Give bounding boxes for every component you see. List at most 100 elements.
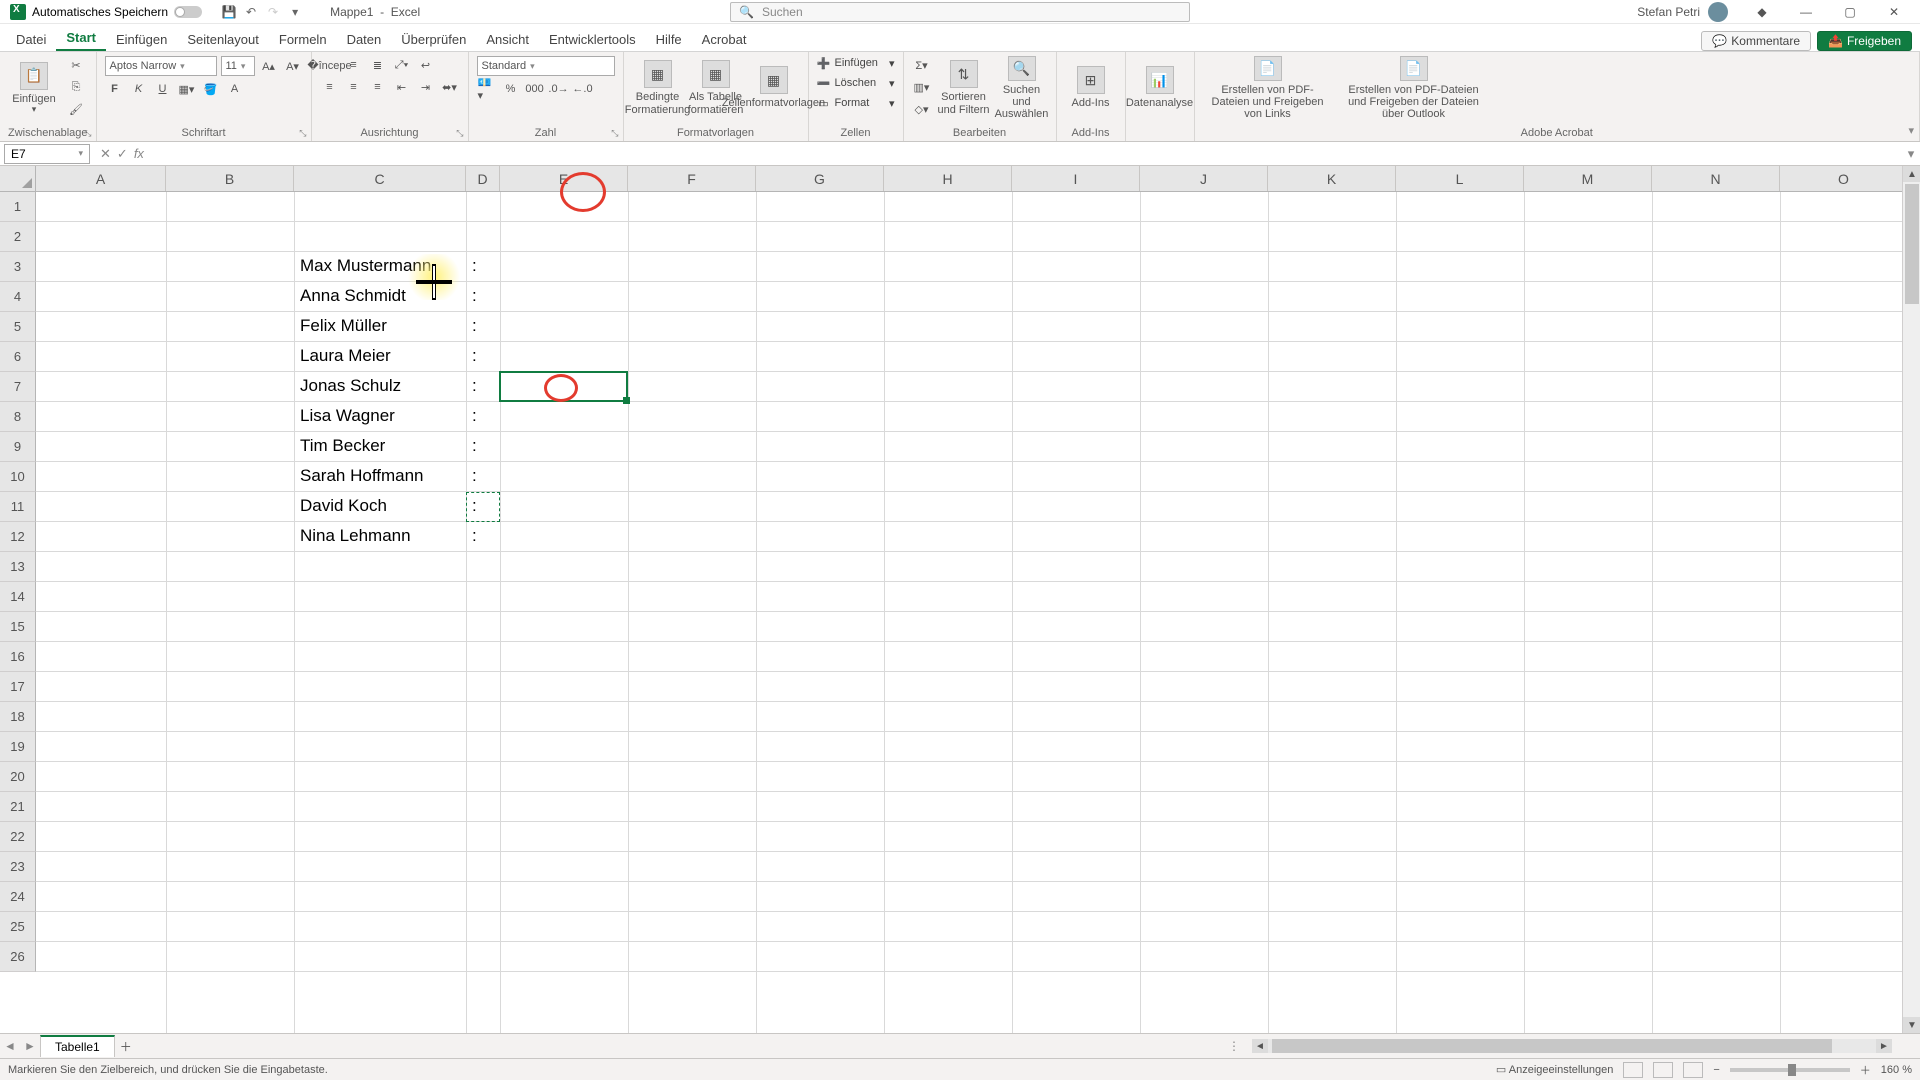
- fill-color-icon[interactable]: 🪣: [201, 80, 221, 98]
- collapse-ribbon-icon[interactable]: ▾: [1908, 124, 1914, 137]
- number-format-combo[interactable]: Standard▾: [477, 56, 615, 76]
- undo-icon[interactable]: ↶: [240, 5, 262, 19]
- autosum-icon[interactable]: Σ▾: [912, 56, 932, 74]
- formula-input[interactable]: [150, 144, 1902, 164]
- scroll-right-icon[interactable]: ►: [1876, 1039, 1892, 1053]
- cell-value[interactable]: :: [468, 282, 477, 306]
- row-header[interactable]: 1: [0, 192, 36, 222]
- orientation-icon[interactable]: ⤢▾: [392, 56, 412, 74]
- cell-value[interactable]: :: [468, 462, 477, 486]
- copy-icon[interactable]: ⎘: [66, 78, 86, 96]
- maximize-button[interactable]: ▢: [1828, 5, 1872, 19]
- align-bottom-icon[interactable]: ≣: [368, 56, 388, 74]
- row-header[interactable]: 22: [0, 822, 36, 852]
- row-header[interactable]: 18: [0, 702, 36, 732]
- column-header[interactable]: A: [36, 166, 166, 191]
- indent-decrease-icon[interactable]: ⇤: [392, 78, 412, 96]
- row-header[interactable]: 11: [0, 492, 36, 522]
- redo-icon[interactable]: ↷: [262, 5, 284, 19]
- save-icon[interactable]: 💾: [218, 5, 240, 19]
- format-painter-icon[interactable]: 🖌: [66, 100, 86, 118]
- search-input[interactable]: 🔍 Suchen: [730, 2, 1190, 22]
- cut-icon[interactable]: ✂: [66, 56, 86, 74]
- tab-insert[interactable]: Einfügen: [106, 28, 177, 51]
- row-header[interactable]: 8: [0, 402, 36, 432]
- fx-icon[interactable]: fx: [134, 146, 144, 161]
- align-center-icon[interactable]: ≡: [344, 78, 364, 96]
- merge-icon[interactable]: ⬌▾: [440, 78, 460, 96]
- expand-formula-bar-icon[interactable]: ▾: [1902, 146, 1920, 162]
- column-header[interactable]: F: [628, 166, 756, 191]
- tab-view[interactable]: Ansicht: [476, 28, 539, 51]
- cell-value[interactable]: :: [468, 372, 477, 396]
- row-header[interactable]: 23: [0, 852, 36, 882]
- italic-icon[interactable]: K: [129, 80, 149, 98]
- decrease-decimal-icon[interactable]: ←.0: [573, 80, 593, 98]
- zoom-level[interactable]: 160 %: [1881, 1064, 1912, 1076]
- tab-devtools[interactable]: Entwicklertools: [539, 28, 646, 51]
- cell-value[interactable]: :: [468, 342, 477, 366]
- cell-value[interactable]: Nina Lehmann: [296, 522, 411, 546]
- row-header[interactable]: 5: [0, 312, 36, 342]
- autosave-switch[interactable]: [174, 6, 202, 18]
- diamond-icon[interactable]: ◆: [1740, 5, 1784, 19]
- row-header[interactable]: 25: [0, 912, 36, 942]
- horizontal-scrollbar[interactable]: ◄ ►: [1252, 1039, 1892, 1053]
- align-middle-icon[interactable]: ≡: [344, 56, 364, 74]
- increase-decimal-icon[interactable]: .0→: [549, 80, 569, 98]
- fill-icon[interactable]: ▥▾: [912, 78, 932, 96]
- cell-value[interactable]: Lisa Wagner: [296, 402, 395, 426]
- decrease-font-icon[interactable]: A▾: [283, 57, 303, 75]
- scroll-down-icon[interactable]: ▼: [1903, 1017, 1920, 1033]
- cell-value[interactable]: Tim Becker: [296, 432, 385, 456]
- column-header[interactable]: N: [1652, 166, 1780, 191]
- cell-value[interactable]: :: [468, 402, 477, 426]
- cell-value[interactable]: :: [468, 312, 477, 336]
- clear-icon[interactable]: ◇▾: [912, 100, 932, 118]
- cell-value[interactable]: :: [468, 522, 477, 546]
- row-header[interactable]: 7: [0, 372, 36, 402]
- row-header[interactable]: 16: [0, 642, 36, 672]
- row-header[interactable]: 6: [0, 342, 36, 372]
- row-header[interactable]: 2: [0, 222, 36, 252]
- select-all-button[interactable]: [0, 166, 36, 191]
- column-header[interactable]: H: [884, 166, 1012, 191]
- minimize-button[interactable]: —: [1784, 5, 1828, 19]
- worksheet-grid[interactable]: ABCDEFGHIJKLMNO 123456789101112131415161…: [0, 166, 1920, 1033]
- column-header[interactable]: J: [1140, 166, 1268, 191]
- column-header[interactable]: M: [1524, 166, 1652, 191]
- cell-value[interactable]: Max Mustermann: [296, 252, 431, 276]
- row-header[interactable]: 12: [0, 522, 36, 552]
- vscroll-thumb[interactable]: [1905, 184, 1919, 304]
- normal-view-icon[interactable]: [1623, 1062, 1643, 1078]
- autosave-toggle[interactable]: Automatisches Speichern: [32, 5, 208, 19]
- cell-value[interactable]: Felix Müller: [296, 312, 387, 336]
- underline-icon[interactable]: U: [153, 80, 173, 98]
- percent-icon[interactable]: %: [501, 80, 521, 98]
- acrobat-create-share-button[interactable]: 📄Erstellen von PDF-Dateien und Freigeben…: [1203, 56, 1333, 120]
- cell-value[interactable]: Sarah Hoffmann: [296, 462, 423, 486]
- tab-help[interactable]: Hilfe: [646, 28, 692, 51]
- row-header[interactable]: 13: [0, 552, 36, 582]
- row-header[interactable]: 21: [0, 792, 36, 822]
- column-header[interactable]: L: [1396, 166, 1524, 191]
- column-header[interactable]: O: [1780, 166, 1908, 191]
- font-name-combo[interactable]: Aptos Narrow▾: [105, 56, 217, 76]
- zoom-slider[interactable]: [1730, 1068, 1850, 1072]
- acrobat-create-outlook-button[interactable]: 📄Erstellen von PDF-Dateien und Freigeben…: [1339, 56, 1489, 120]
- row-header[interactable]: 3: [0, 252, 36, 282]
- bold-icon[interactable]: F: [105, 80, 125, 98]
- comments-button[interactable]: 💬 Kommentare: [1701, 31, 1811, 51]
- cell-value[interactable]: :: [468, 252, 477, 276]
- vertical-scrollbar[interactable]: ▲ ▼: [1902, 166, 1920, 1033]
- wrap-text-icon[interactable]: ↩: [416, 56, 436, 74]
- sheet-nav-next-icon[interactable]: ►: [20, 1039, 40, 1053]
- format-as-table-button[interactable]: ▦Als Tabelle formatieren: [690, 56, 742, 120]
- row-header[interactable]: 14: [0, 582, 36, 612]
- name-box[interactable]: E7▾: [4, 144, 90, 164]
- cancel-formula-icon[interactable]: ✕: [100, 146, 111, 162]
- row-header[interactable]: 20: [0, 762, 36, 792]
- column-header[interactable]: K: [1268, 166, 1396, 191]
- sort-filter-button[interactable]: ⇅Sortieren und Filtern: [938, 56, 990, 120]
- indent-increase-icon[interactable]: ⇥: [416, 78, 436, 96]
